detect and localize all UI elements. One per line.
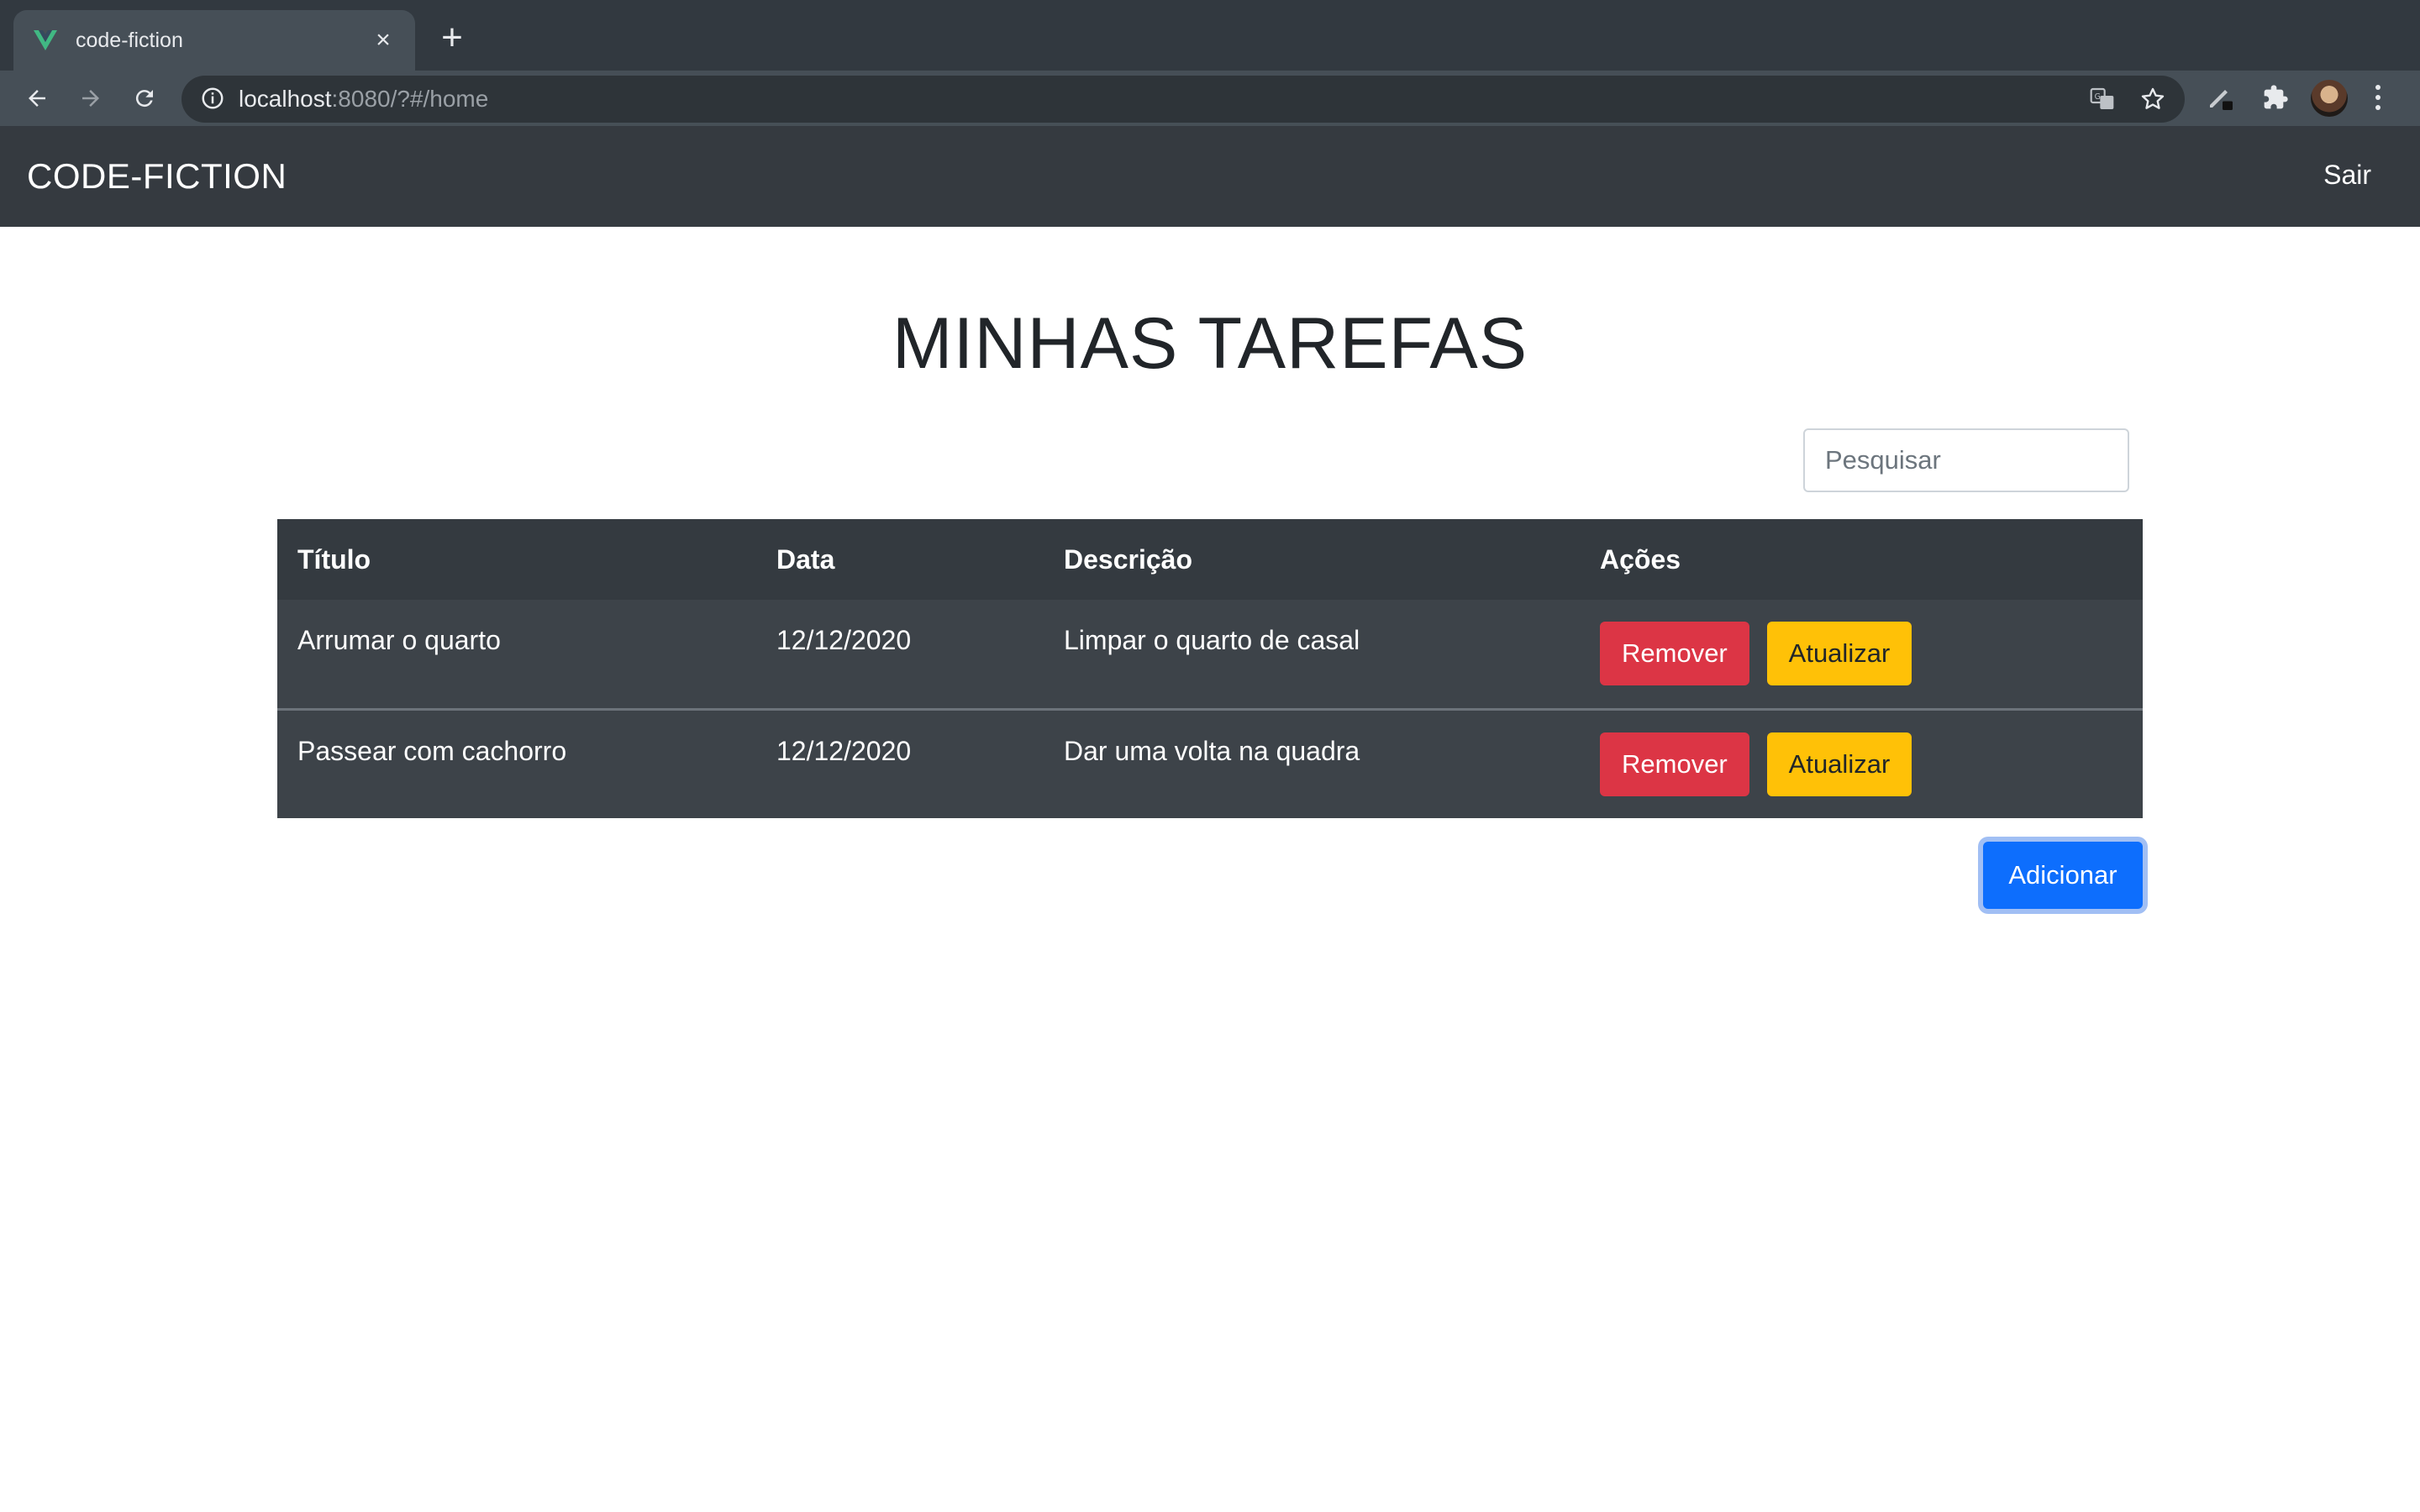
menu-dots-icon[interactable] — [2370, 82, 2386, 116]
new-tab-button[interactable]: + — [435, 19, 469, 56]
address-bar[interactable]: localhost:8080/?#/home G — [182, 76, 2185, 123]
forward-arrow-icon[interactable] — [72, 80, 109, 117]
vue-logo-icon — [32, 27, 59, 54]
task-date: 12/12/2020 — [776, 735, 912, 766]
tasks-table: Título Data Descrição Ações Arrumar o qu… — [277, 519, 2143, 818]
task-description: Dar uma volta na quadra — [1064, 735, 1360, 766]
info-icon[interactable] — [200, 86, 227, 113]
pen-extension-icon[interactable] — [2202, 79, 2238, 116]
url-text: localhost:8080/?#/home — [239, 86, 488, 113]
table-row: Arrumar o quarto 12/12/2020 Limpar o qua… — [277, 600, 2143, 709]
column-header-acoes: Ações — [1600, 543, 1681, 575]
back-arrow-icon[interactable] — [18, 80, 55, 117]
browser-tabstrip: code-fiction × + — [0, 0, 2420, 71]
column-header-data: Data — [776, 543, 835, 575]
logout-link[interactable]: Sair — [2323, 160, 2371, 191]
task-actions: Remover Atualizar — [1580, 600, 2143, 709]
remove-button[interactable]: Remover — [1600, 732, 1749, 796]
reload-icon[interactable] — [126, 80, 163, 117]
avatar[interactable] — [2311, 80, 2348, 117]
add-task-button[interactable]: Adicionar — [1983, 842, 2143, 909]
page-title: MINHAS TAREFAS — [892, 303, 1528, 384]
task-date: 12/12/2020 — [776, 625, 912, 655]
task-title: Passear com cachorro — [297, 735, 567, 766]
update-button[interactable]: Atualizar — [1766, 622, 1912, 685]
remove-button[interactable]: Remover — [1600, 622, 1749, 685]
app-navbar: CODE-FICTION Sair — [0, 126, 2420, 227]
task-description: Limpar o quarto de casal — [1064, 625, 1360, 655]
table-header-row: Título Data Descrição Ações — [277, 519, 2143, 600]
task-actions: Remover Atualizar — [1580, 709, 2143, 818]
brand-logo[interactable]: CODE-FICTION — [27, 156, 287, 197]
column-header-titulo: Título — [297, 543, 371, 575]
browser-toolbar: localhost:8080/?#/home G — [0, 71, 2420, 126]
star-icon[interactable] — [2138, 84, 2168, 114]
column-header-descricao: Descrição — [1064, 543, 1192, 575]
table-row: Passear com cachorro 12/12/2020 Dar uma … — [277, 709, 2143, 818]
update-button[interactable]: Atualizar — [1766, 732, 1912, 796]
url-host: localhost — [239, 86, 332, 112]
translate-icon[interactable]: G — [2087, 84, 2118, 114]
tab-title: code-fiction — [76, 28, 183, 52]
browser-tab[interactable]: code-fiction × — [13, 10, 415, 71]
task-title: Arrumar o quarto — [297, 625, 501, 655]
puzzle-extension-icon[interactable] — [2257, 79, 2294, 116]
svg-text:G: G — [2095, 92, 2101, 102]
tab-close-icon[interactable]: × — [366, 24, 400, 57]
url-path: :8080/?#/home — [331, 86, 489, 112]
search-input[interactable] — [1803, 428, 2129, 492]
